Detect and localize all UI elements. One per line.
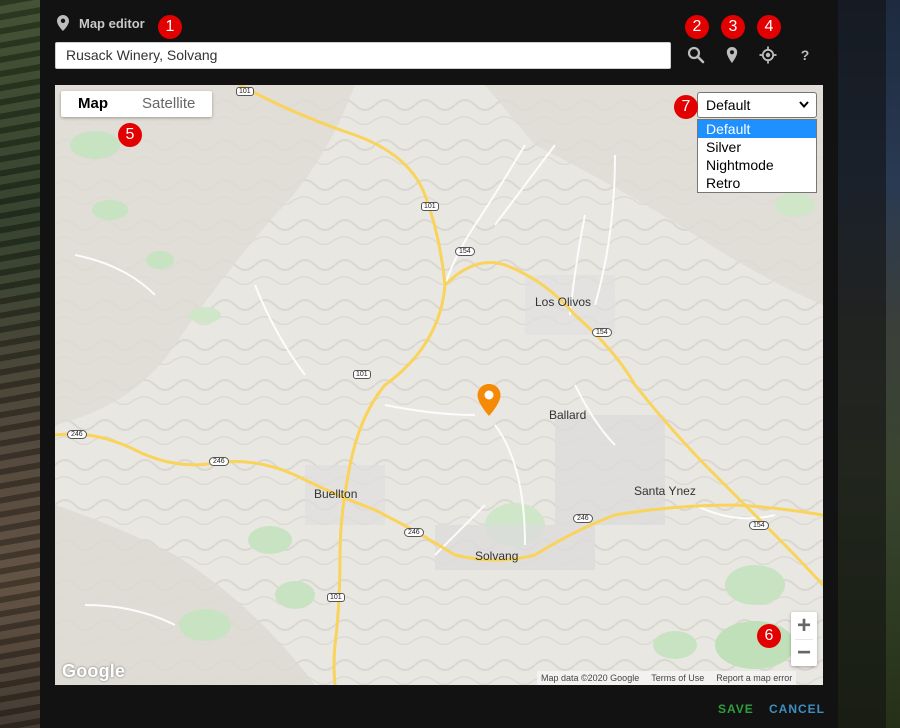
map-attribution: Map data ©2020 Google Terms of Use Repor… <box>537 671 797 685</box>
annotation-badge-7: 7 <box>674 95 698 119</box>
save-button[interactable]: SAVE <box>718 702 754 716</box>
place-label-los-olivos: Los Olivos <box>535 295 592 309</box>
map-style-selected: Default <box>706 97 751 113</box>
annotation-badge-6: 6 <box>757 624 781 648</box>
route-shield: 246 <box>573 514 593 523</box>
chevron-down-icon <box>799 101 809 109</box>
route-shield: 101 <box>236 87 254 96</box>
route-shield: 246 <box>67 430 87 439</box>
annotation-badge-1: 1 <box>158 15 182 39</box>
my-location-button[interactable] <box>758 45 778 65</box>
map-type-tab-satellite[interactable]: Satellite <box>125 91 212 117</box>
background-right <box>838 0 900 728</box>
route-shield: 101 <box>327 593 345 602</box>
map-style-dropdown: Default Silver Nightmode Retro <box>697 119 817 193</box>
map-data-credit: Map data ©2020 Google <box>541 673 640 683</box>
route-shield: 246 <box>209 457 229 466</box>
report-error-link[interactable]: Report a map error <box>716 671 792 685</box>
crosshair-location-icon <box>759 46 777 64</box>
zoom-control: + − <box>791 612 817 666</box>
place-label-solvang: Solvang <box>475 549 519 563</box>
map-style-option-default[interactable]: Default <box>698 120 816 138</box>
location-marker-icon[interactable] <box>476 383 502 417</box>
map-style-option-retro[interactable]: Retro <box>698 174 816 192</box>
route-shield: 246 <box>404 528 424 537</box>
map-pin-icon <box>57 15 69 31</box>
place-label-ballard: Ballard <box>549 408 587 422</box>
route-shield: 154 <box>592 328 612 337</box>
help-button[interactable]: ? <box>795 45 815 65</box>
annotation-badge-5: 5 <box>118 123 142 147</box>
place-label-santa-ynez: Santa Ynez <box>634 484 696 498</box>
map-type-tab-map[interactable]: Map <box>61 91 125 117</box>
drop-marker-button[interactable] <box>722 45 742 65</box>
annotation-badge-4: 4 <box>757 15 781 39</box>
map-style-select[interactable]: Default <box>697 92 817 118</box>
place-label-buellton: Buellton <box>314 487 358 501</box>
annotation-badge-2: 2 <box>685 15 709 39</box>
search-icon <box>687 46 705 64</box>
background-left <box>0 0 40 728</box>
route-shield: 101 <box>421 202 439 211</box>
route-shield: 154 <box>455 247 475 256</box>
terms-link[interactable]: Terms of Use <box>651 671 704 685</box>
zoom-divider <box>795 639 813 640</box>
annotation-badge-3: 3 <box>721 15 745 39</box>
map-style-option-silver[interactable]: Silver <box>698 138 816 156</box>
map-marker-icon <box>726 47 738 63</box>
search-button[interactable] <box>686 45 706 65</box>
cancel-button[interactable]: CANCEL <box>769 702 825 716</box>
map-style-option-nightmode[interactable]: Nightmode <box>698 156 816 174</box>
map-type-control: Map Satellite <box>61 91 213 117</box>
dialog-title: Map editor <box>79 15 145 31</box>
zoom-out-button[interactable]: − <box>791 639 817 666</box>
zoom-in-button[interactable]: + <box>791 612 817 639</box>
route-shield: 101 <box>353 370 371 379</box>
location-search-input[interactable]: Rusack Winery, Solvang <box>55 42 671 69</box>
route-shield: 154 <box>749 521 769 530</box>
google-logo[interactable]: Google <box>62 661 125 682</box>
dialog-header: Map editor <box>57 13 145 33</box>
